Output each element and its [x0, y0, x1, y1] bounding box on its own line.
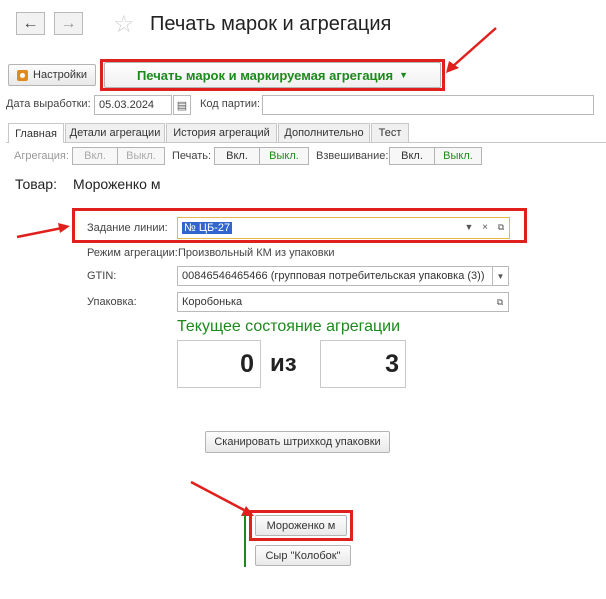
- back-button[interactable]: ←: [16, 12, 45, 35]
- batch-code-field[interactable]: [262, 95, 594, 115]
- current-count: 0: [177, 340, 261, 388]
- product-button[interactable]: Сыр "Колобок": [255, 545, 351, 566]
- package-field[interactable]: Коробонька: [177, 292, 509, 312]
- print-on-button[interactable]: Вкл.: [214, 147, 260, 165]
- settings-label: Настройки: [33, 69, 87, 81]
- gtin-field[interactable]: 00846546465466 (групповая потребительска…: [177, 266, 493, 286]
- aggregation-mode-value: Произвольный КМ из упаковки: [178, 247, 335, 259]
- weighing-toggle-label: Взвешивание:: [316, 150, 389, 162]
- gtin-label: GTIN:: [87, 270, 117, 282]
- tab-test[interactable]: Тест: [371, 123, 409, 142]
- tab-main[interactable]: Главная: [8, 123, 64, 143]
- print-toggle-label: Печать:: [172, 150, 212, 162]
- production-date-value: 05.03.2024: [99, 99, 155, 111]
- annotation-arrow-top: [446, 27, 497, 73]
- arrow-right-icon: →: [60, 14, 77, 32]
- tabs-divider: [6, 142, 606, 143]
- scan-package-barcode-button[interactable]: Сканировать штрихкод упаковки: [205, 431, 390, 453]
- star-icon[interactable]: ☆: [113, 10, 135, 39]
- chevron-down-icon[interactable]: ▼: [492, 266, 509, 286]
- settings-button[interactable]: Настройки: [8, 64, 96, 86]
- tab-additional[interactable]: Дополнительно: [278, 123, 370, 142]
- weighing-off-button[interactable]: Выкл.: [434, 147, 482, 165]
- aggregation-on-button[interactable]: Вкл.: [72, 147, 118, 165]
- highlight-line-task: [72, 208, 527, 243]
- weighing-on-button[interactable]: Вкл.: [389, 147, 435, 165]
- total-count: 3: [320, 340, 406, 388]
- aggregation-state-title: Текущее состояние агрегации: [177, 318, 401, 335]
- selection-indicator: [244, 515, 246, 567]
- annotation-arrow-product: [190, 480, 254, 516]
- aggregation-off-button[interactable]: Выкл.: [117, 147, 165, 165]
- settings-icon: [17, 69, 29, 81]
- gtin-value: 00846546465466 (групповая потребительска…: [182, 270, 485, 282]
- package-label: Упаковка:: [87, 296, 137, 308]
- count-separator: из: [270, 350, 297, 377]
- open-icon[interactable]: ⧉: [493, 295, 507, 309]
- arrow-left-icon: ←: [22, 14, 39, 32]
- production-date-field[interactable]: 05.03.2024: [94, 95, 172, 115]
- annotation-arrow-line-task: [16, 223, 70, 239]
- tab-aggregation-history[interactable]: История агрегаций: [166, 123, 277, 142]
- highlight-toolbar-command: [100, 59, 445, 91]
- production-date-label: Дата выработки:: [6, 98, 91, 110]
- product-value: Мороженко м: [73, 176, 161, 192]
- aggregation-toggle-label: Агрегация:: [14, 150, 69, 162]
- aggregation-mode-label: Режим агрегации:: [87, 247, 178, 259]
- calendar-icon[interactable]: ▤: [173, 95, 191, 115]
- forward-button[interactable]: →: [54, 12, 83, 35]
- product-label: Товар:: [15, 176, 57, 192]
- highlight-product-button: [249, 510, 353, 541]
- batch-code-label: Код партии:: [200, 98, 261, 110]
- tab-aggregation-details[interactable]: Детали агрегации: [65, 123, 165, 142]
- print-off-button[interactable]: Выкл.: [259, 147, 309, 165]
- package-value: Коробонька: [182, 296, 243, 308]
- window-title: Печать марок и агрегация: [150, 13, 392, 35]
